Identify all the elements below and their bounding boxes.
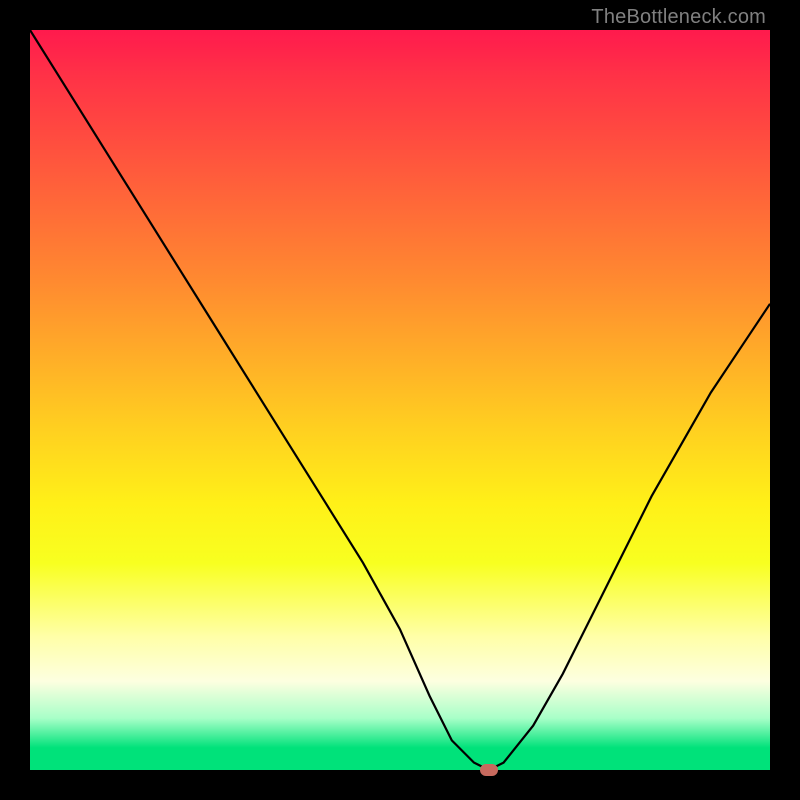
chart-minimum-marker <box>480 764 498 776</box>
chart-curve <box>30 30 770 770</box>
chart-frame: TheBottleneck.com <box>0 0 800 800</box>
watermark-text: TheBottleneck.com <box>591 6 766 29</box>
